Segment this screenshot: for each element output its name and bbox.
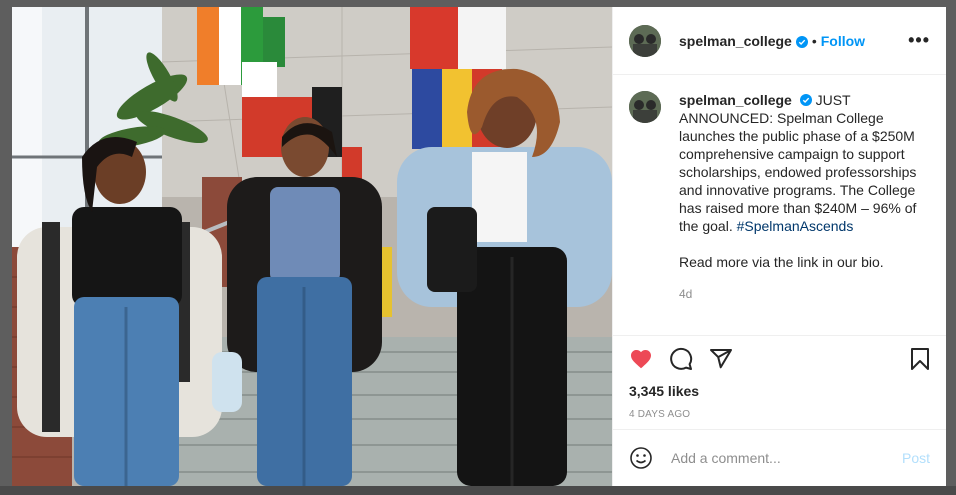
comment-form: Post	[613, 430, 946, 486]
hashtag-link[interactable]: #SpelmanAscends	[737, 218, 854, 234]
post-modal: spelman_college • Follow ••• spelman_col…	[12, 7, 946, 486]
caption-readmore: Read more via the link in our bio.	[679, 254, 884, 270]
avatar[interactable]	[629, 24, 661, 57]
caption-avatar[interactable]	[629, 91, 661, 123]
photo-illustration	[12, 7, 612, 486]
share-icon	[710, 348, 732, 368]
comments-area: spelman_college JUST ANNOUNCED: Spelman …	[613, 75, 946, 335]
caption-row: spelman_college JUST ANNOUNCED: Spelman …	[629, 91, 930, 303]
caption-text: JUST ANNOUNCED: Spelman College launches…	[679, 92, 917, 234]
post-photo[interactable]	[12, 7, 612, 486]
post-comment-button[interactable]: Post	[902, 450, 930, 466]
post-timestamp[interactable]: 4 DAYS AGO	[613, 401, 946, 430]
backdrop	[0, 486, 956, 495]
caption: spelman_college JUST ANNOUNCED: Spelman …	[679, 91, 930, 303]
bookmark-icon	[911, 347, 929, 370]
avatar-image	[629, 24, 661, 57]
avatar-image	[629, 91, 661, 123]
action-bar	[613, 335, 946, 381]
like-button[interactable]	[627, 345, 655, 373]
separator-dot: •	[811, 32, 817, 49]
emoji-icon[interactable]	[629, 446, 653, 470]
post-header: spelman_college • Follow •••	[613, 7, 946, 75]
comment-icon	[670, 347, 693, 370]
likes-count[interactable]: 3,345 likes	[613, 381, 946, 401]
caption-username[interactable]: spelman_college	[679, 92, 792, 108]
share-button[interactable]	[707, 345, 735, 373]
verified-badge-icon	[795, 35, 808, 48]
follow-button[interactable]: Follow	[821, 33, 865, 49]
save-button[interactable]	[906, 345, 934, 373]
heart-icon	[631, 349, 651, 368]
verified-badge-icon	[799, 92, 812, 106]
more-options-icon[interactable]: •••	[908, 30, 930, 51]
comment-button[interactable]	[667, 345, 695, 373]
caption-age: 4d	[679, 287, 693, 301]
post-side-panel: spelman_college • Follow ••• spelman_col…	[612, 7, 946, 486]
comment-input[interactable]	[669, 449, 894, 467]
username-link[interactable]: spelman_college	[679, 33, 792, 49]
